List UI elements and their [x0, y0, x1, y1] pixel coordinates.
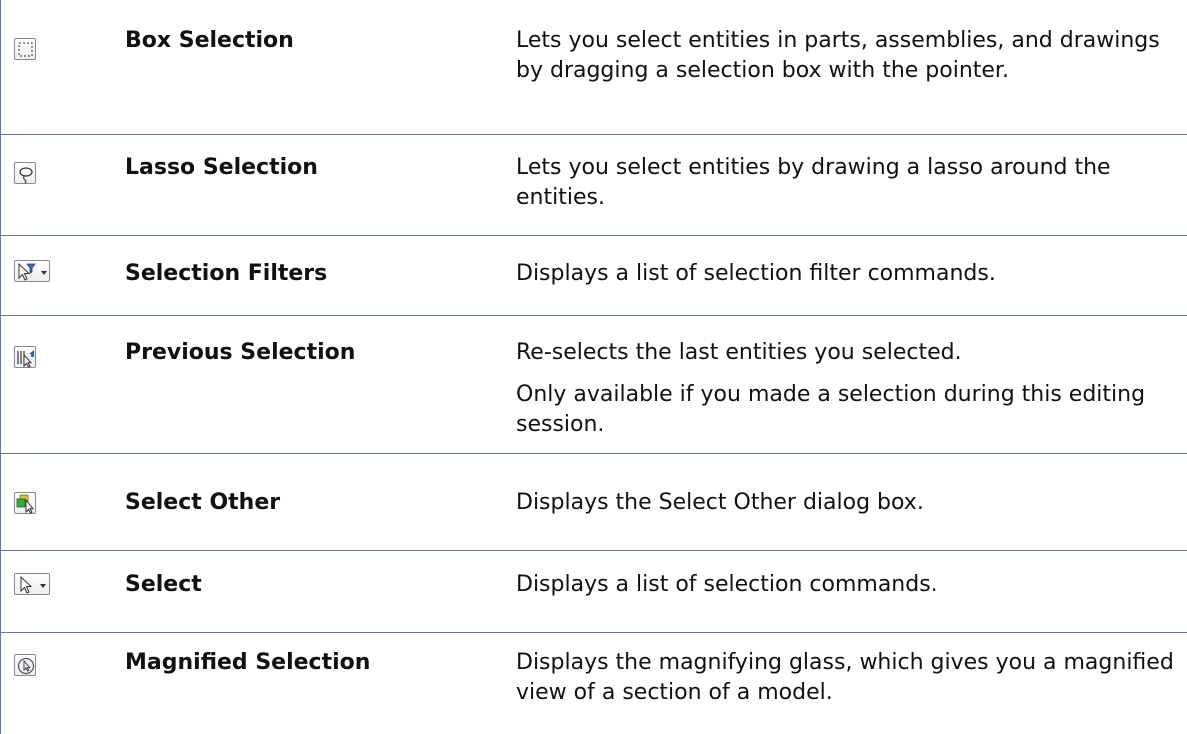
table-row-selection-filters: Selection Filters Displays a list of sel… [1, 236, 1187, 316]
description-text: Displays the Select Other dialog box. [516, 490, 924, 515]
magnified-selection-icon [14, 654, 36, 676]
command-description: Lets you select entities by drawing a la… [516, 153, 1181, 213]
selection-filters-icon [14, 260, 50, 282]
description-text: Displays the magnifying glass, which giv… [516, 650, 1174, 705]
description-text: Lets you select entities in parts, assem… [516, 28, 1160, 83]
table-row-lasso-selection: Lasso Selection Lets you select entities… [1, 135, 1187, 236]
command-name: Select Other [125, 490, 281, 515]
lasso-selection-icon [14, 162, 36, 184]
previous-selection-icon [14, 346, 36, 368]
command-name: Box Selection [125, 28, 294, 53]
select-icon [14, 573, 50, 595]
command-name: Magnified Selection [125, 650, 371, 675]
table-row-magnified-selection: Magnified Selection Displays the magnify… [1, 633, 1187, 734]
command-description: Displays a list of selection commands. [516, 570, 1181, 600]
table-row-box-selection: Box Selection Lets you select entities i… [1, 0, 1187, 135]
command-table: Box Selection Lets you select entities i… [0, 0, 1187, 734]
command-name: Select [125, 572, 202, 597]
command-description: Displays the Select Other dialog box. [516, 488, 1181, 518]
table-row-select-other: Select Other Displays the Select Other d… [1, 454, 1187, 551]
command-description: Lets you select entities in parts, assem… [516, 26, 1181, 86]
table-row-select: Select Displays a list of selection comm… [1, 551, 1187, 633]
command-description: Displays the magnifying glass, which giv… [516, 648, 1181, 708]
description-text: Displays a list of selection filter comm… [516, 261, 996, 286]
select-other-icon [14, 492, 36, 514]
command-name: Previous Selection [125, 340, 356, 365]
command-description: Re-selects the last entities you selecte… [516, 338, 1181, 440]
command-description: Displays a list of selection filter comm… [516, 259, 1181, 289]
box-selection-icon [14, 38, 36, 60]
description-text: Only available if you made a selection d… [516, 382, 1146, 437]
description-text: Lets you select entities by drawing a la… [516, 155, 1111, 210]
command-name: Selection Filters [125, 261, 328, 286]
table-row-previous-selection: Previous Selection Re-selects the last e… [1, 316, 1187, 454]
command-name: Lasso Selection [125, 155, 318, 180]
description-text: Re-selects the last entities you selecte… [516, 340, 962, 365]
description-text: Displays a list of selection commands. [516, 572, 938, 597]
